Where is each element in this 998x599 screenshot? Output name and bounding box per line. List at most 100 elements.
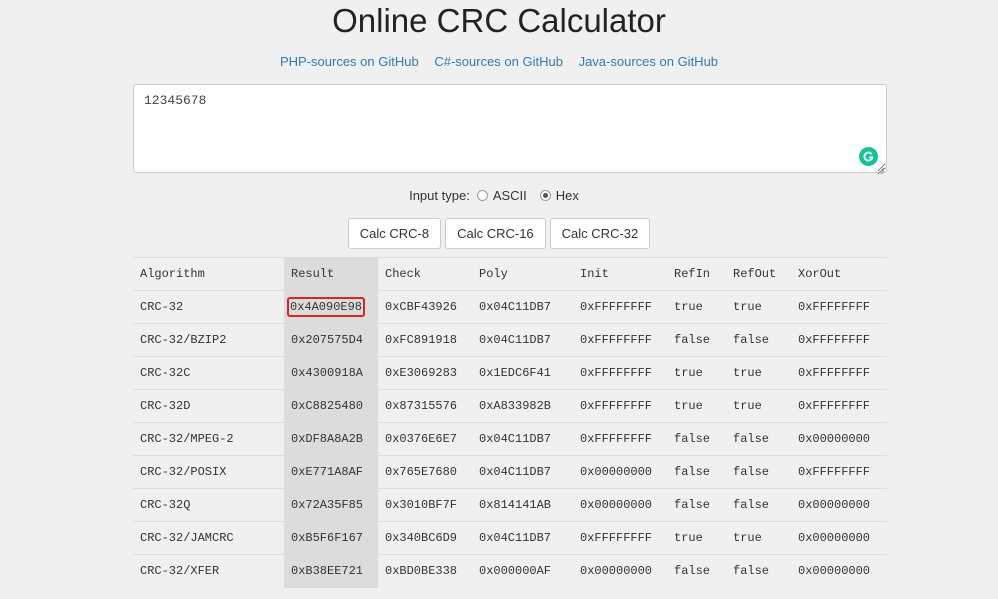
cell-result: 0xC8825480 <box>284 389 378 423</box>
cell-xorout: 0xFFFFFFFF <box>791 356 887 390</box>
header-refin: RefIn <box>667 257 726 291</box>
cell-refin: true <box>667 356 726 390</box>
cell-refin: false <box>667 488 726 522</box>
calc-buttons: Calc CRC-8 Calc CRC-16 Calc CRC-32 <box>0 218 998 249</box>
cell-check: 0xE3069283 <box>378 356 472 390</box>
cell-init: 0xFFFFFFFF <box>573 422 667 456</box>
input-type-label: Input type: <box>409 188 470 203</box>
cell-refin: false <box>667 422 726 456</box>
table-row: CRC-32D 0xC8825480 0x87315576 0xA833982B 0xF… <box>133 389 887 423</box>
java-sources-link[interactable]: Java-sources on GitHub <box>579 54 718 69</box>
calc-crc-32-button[interactable]: Calc CRC-32 <box>549 218 651 249</box>
cell-refout: false <box>726 488 791 522</box>
cell-init: 0xFFFFFFFF <box>573 290 667 324</box>
cell-refin: false <box>667 323 726 357</box>
cell-check: 0x765E7680 <box>378 455 472 489</box>
cell-refout: false <box>726 422 791 456</box>
cell-init: 0xFFFFFFFF <box>573 389 667 423</box>
header-init: Init <box>573 257 667 291</box>
cell-poly: 0x000000AF <box>472 554 573 588</box>
cell-init: 0x00000000 <box>573 488 667 522</box>
resize-handle-icon[interactable] <box>876 162 885 175</box>
highlighted-result: 0x4A090E98 <box>287 297 366 317</box>
header-check: Check <box>378 257 472 291</box>
cell-algorithm: CRC-32 <box>133 290 284 324</box>
csharp-sources-link[interactable]: C#-sources on GitHub <box>434 54 563 69</box>
cell-refout: false <box>726 554 791 588</box>
cell-result: 0x207575D4 <box>284 323 378 357</box>
cell-check: 0x87315576 <box>378 389 472 423</box>
header-algorithm: Algorithm <box>133 257 284 291</box>
header-poly: Poly <box>472 257 573 291</box>
table-row: CRC-32/JAMCRC 0xB5F6F167 0x340BC6D9 0x04C11… <box>133 521 887 555</box>
cell-poly: 0x04C11DB7 <box>472 422 573 456</box>
input-type-hex-option[interactable]: Hex <box>537 188 579 203</box>
cell-xorout: 0xFFFFFFFF <box>791 455 887 489</box>
cell-refin: false <box>667 554 726 588</box>
cell-result: 0xB5F6F167 <box>284 521 378 555</box>
calc-crc-16-button[interactable]: Calc CRC-16 <box>445 218 546 249</box>
cell-refin: true <box>667 389 726 423</box>
ascii-label: ASCII <box>492 188 527 203</box>
cell-init: 0xFFFFFFFF <box>573 323 667 357</box>
cell-refout: true <box>726 290 791 324</box>
cell-algorithm: CRC-32/MPEG-2 <box>133 422 284 456</box>
ascii-radio[interactable] <box>476 190 488 201</box>
cell-refout: false <box>726 323 791 357</box>
cell-result: 0xE771A8AF <box>284 455 378 489</box>
input-type-selector: Input type: ASCII Hex <box>0 188 998 203</box>
page-title: Online CRC Calculator <box>332 2 666 39</box>
cell-algorithm: CRC-32/BZIP2 <box>133 323 284 357</box>
cell-result: 0xDF8A8A2B <box>284 422 378 456</box>
cell-poly: 0x1EDC6F41 <box>472 356 573 390</box>
header-xorout: XorOut <box>791 257 887 291</box>
cell-poly: 0x04C11DB7 <box>472 521 573 555</box>
source-links: PHP-sources on GitHub C#-sources on GitH… <box>0 54 998 69</box>
cell-algorithm: CRC-32/XFER <box>133 554 284 588</box>
table-header-row: Algorithm Result Check Poly Init RefIn RefOut X… <box>133 257 887 291</box>
input-type-ascii-option[interactable]: ASCII <box>474 188 527 203</box>
cell-check: 0x3010BF7F <box>378 488 472 522</box>
cell-check: 0x340BC6D9 <box>378 521 472 555</box>
cell-refout: true <box>726 521 791 555</box>
cell-result: 0x4A090E98 <box>284 290 378 324</box>
cell-poly: 0x04C11DB7 <box>472 290 573 324</box>
table-body: CRC-32 0x4A090E98 0xCBF43926 0x04C11DB7 0xFF… <box>133 290 887 588</box>
cell-algorithm: CRC-32/JAMCRC <box>133 521 284 555</box>
cell-check: 0xBD0BE338 <box>378 554 472 588</box>
cell-refout: true <box>726 389 791 423</box>
table-row: CRC-32/MPEG-2 0xDF8A8A2B 0x0376E6E7 0x04C11… <box>133 422 887 456</box>
calc-crc-8-button[interactable]: Calc CRC-8 <box>347 218 442 249</box>
header-refout: RefOut <box>726 257 791 291</box>
php-sources-link[interactable]: PHP-sources on GitHub <box>280 54 419 69</box>
cell-result: 0x4300918A <box>284 356 378 390</box>
cell-algorithm: CRC-32C <box>133 356 284 390</box>
cell-refin: false <box>667 455 726 489</box>
cell-xorout: 0xFFFFFFFF <box>791 290 887 324</box>
cell-xorout: 0x00000000 <box>791 554 887 588</box>
cell-check: 0x0376E6E7 <box>378 422 472 456</box>
cell-algorithm: CRC-32D <box>133 389 284 423</box>
crc-input-textarea[interactable] <box>133 84 887 173</box>
hex-radio[interactable] <box>539 190 551 201</box>
table-row: CRC-32/BZIP2 0x207575D4 0xFC891918 0x04C11D… <box>133 323 887 357</box>
cell-result: 0xB38EE721 <box>284 554 378 588</box>
cell-refout: true <box>726 356 791 390</box>
cell-refout: false <box>726 455 791 489</box>
cell-poly: 0x04C11DB7 <box>472 323 573 357</box>
cell-init: 0xFFFFFFFF <box>573 521 667 555</box>
cell-poly: 0x04C11DB7 <box>472 455 573 489</box>
cell-init: 0xFFFFFFFF <box>573 356 667 390</box>
cell-poly: 0xA833982B <box>472 389 573 423</box>
cell-result: 0x72A35F85 <box>284 488 378 522</box>
cell-init: 0x00000000 <box>573 455 667 489</box>
cell-algorithm: CRC-32/POSIX <box>133 455 284 489</box>
cell-xorout: 0xFFFFFFFF <box>791 389 887 423</box>
cell-poly: 0x814141AB <box>472 488 573 522</box>
cell-xorout: 0x00000000 <box>791 521 887 555</box>
cell-refin: true <box>667 521 726 555</box>
table-row: CRC-32Q 0x72A35F85 0x3010BF7F 0x814141AB 0x0… <box>133 488 887 522</box>
table-row: CRC-32 0x4A090E98 0xCBF43926 0x04C11DB7 0xFF… <box>133 290 887 324</box>
cell-xorout: 0xFFFFFFFF <box>791 323 887 357</box>
cell-check: 0xCBF43926 <box>378 290 472 324</box>
